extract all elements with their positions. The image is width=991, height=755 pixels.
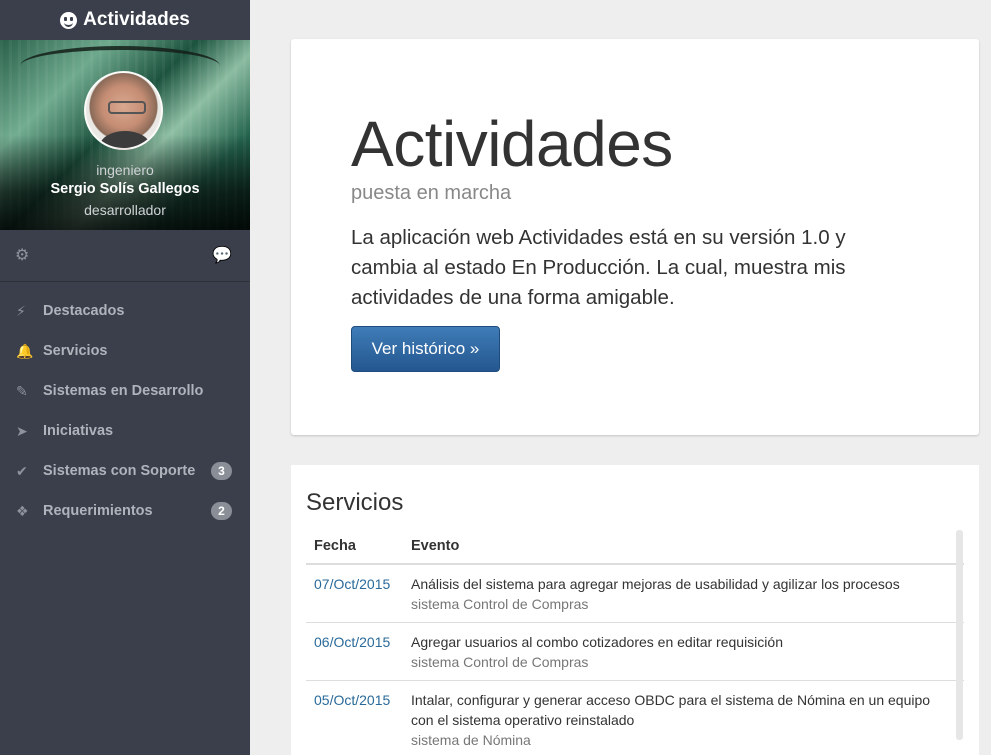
profile-card: ingeniero Sergio Solís Gallegos desarrol… [0,40,250,230]
row-event: Agregar usuarios al combo cotizadores en… [411,634,783,650]
sidebar-item-label: Sistemas en Desarrollo [43,383,204,399]
table-row: 06/Oct/2015 Agregar usuarios al combo co… [306,622,964,681]
brand[interactable]: Actividades [0,0,250,40]
row-event-cell: Análisis del sistema para agregar mejora… [403,564,964,623]
sidebar-tools: ⚙ 💬 [0,230,250,282]
brand-label: Actividades [83,9,190,30]
lead-text: La aplicación web Actividades está en su… [351,226,846,309]
row-event: Intalar, configurar y generar acceso OBD… [411,692,931,728]
sidebar-menu: ⚡ Destacados 🔔 Servicios ✎ Sistemas en D… [0,282,250,531]
sidebar-item-sistemas-con-soporte[interactable]: ✔ Sistemas con Soporte 3 [0,451,250,491]
services-panel: Servicios Fecha Evento 07/Oct/2015 Análi… [291,465,979,755]
services-table-wrapper: Fecha Evento 07/Oct/2015 Análisis del si… [306,528,964,755]
sidebar-item-iniciativas[interactable]: ➤ Iniciativas [0,411,250,451]
page-title: Actividades [351,108,673,180]
bell-icon: 🔔 [16,343,34,359]
ver-historico-button[interactable]: Ver histórico » [351,326,500,372]
sidebar-item-servicios[interactable]: 🔔 Servicios [0,331,250,371]
send-icon: ➤ [16,423,28,439]
comment-icon[interactable]: 💬 [212,247,232,264]
jumbotron: Actividades puesta en marcha La aplicaci… [291,39,979,435]
sidebar-item-requerimientos[interactable]: ❖ Requerimientos 2 [0,491,250,531]
table-row: 05/Oct/2015 Intalar, configurar y genera… [306,680,964,755]
gift-icon: ❖ [16,503,29,519]
sidebar-item-label: Destacados [43,303,125,319]
row-event: Análisis del sistema para agregar mejora… [411,576,900,592]
check-icon: ✔ [16,463,28,479]
profile-title: ingeniero [96,162,154,178]
row-system: sistema Control de Compras [411,596,589,612]
row-event-cell: Intalar, configurar y generar acceso OBD… [403,680,964,755]
row-date-link[interactable]: 05/Oct/2015 [306,680,403,755]
avatar[interactable] [84,71,163,150]
gear-icon[interactable]: ⚙ [15,247,29,264]
page-subtitle: puesta en marcha [351,182,512,204]
column-header-evento: Evento [403,528,964,565]
table-header-row: Fecha Evento [306,528,964,565]
sidebar-item-label: Requerimientos [43,503,153,519]
sidebar-item-label: Sistemas con Soporte [43,463,196,479]
sidebar-item-label: Iniciativas [43,423,114,439]
profile-name: Sergio Solís Gallegos [50,181,200,197]
table-row: 07/Oct/2015 Análisis del sistema para ag… [306,564,964,623]
row-system: sistema Control de Compras [411,654,589,670]
sidebar-item-destacados[interactable]: ⚡ Destacados [0,291,250,331]
row-event-cell: Agregar usuarios al combo cotizadores en… [403,622,964,681]
table-scrollbar[interactable] [956,530,963,740]
row-date-link[interactable]: 06/Oct/2015 [306,622,403,681]
sidebar-item-label: Servicios [43,343,108,359]
services-table: Fecha Evento 07/Oct/2015 Análisis del si… [306,528,964,755]
smiley-icon [60,11,78,29]
count-badge: 3 [211,462,232,480]
bolt-icon: ⚡ [16,303,26,319]
row-system: sistema de Nómina [411,732,531,748]
sidebar: Actividades ingeniero Sergio Solís Galle… [0,0,250,755]
row-date-link[interactable]: 07/Oct/2015 [306,564,403,623]
services-heading: Servicios [306,489,404,516]
column-header-fecha: Fecha [306,528,403,565]
pencil-icon: ✎ [16,383,28,399]
count-badge: 2 [211,502,232,520]
profile-role: desarrollador [84,202,166,218]
sidebar-item-sistemas-en-desarrollo[interactable]: ✎ Sistemas en Desarrollo [0,371,250,411]
